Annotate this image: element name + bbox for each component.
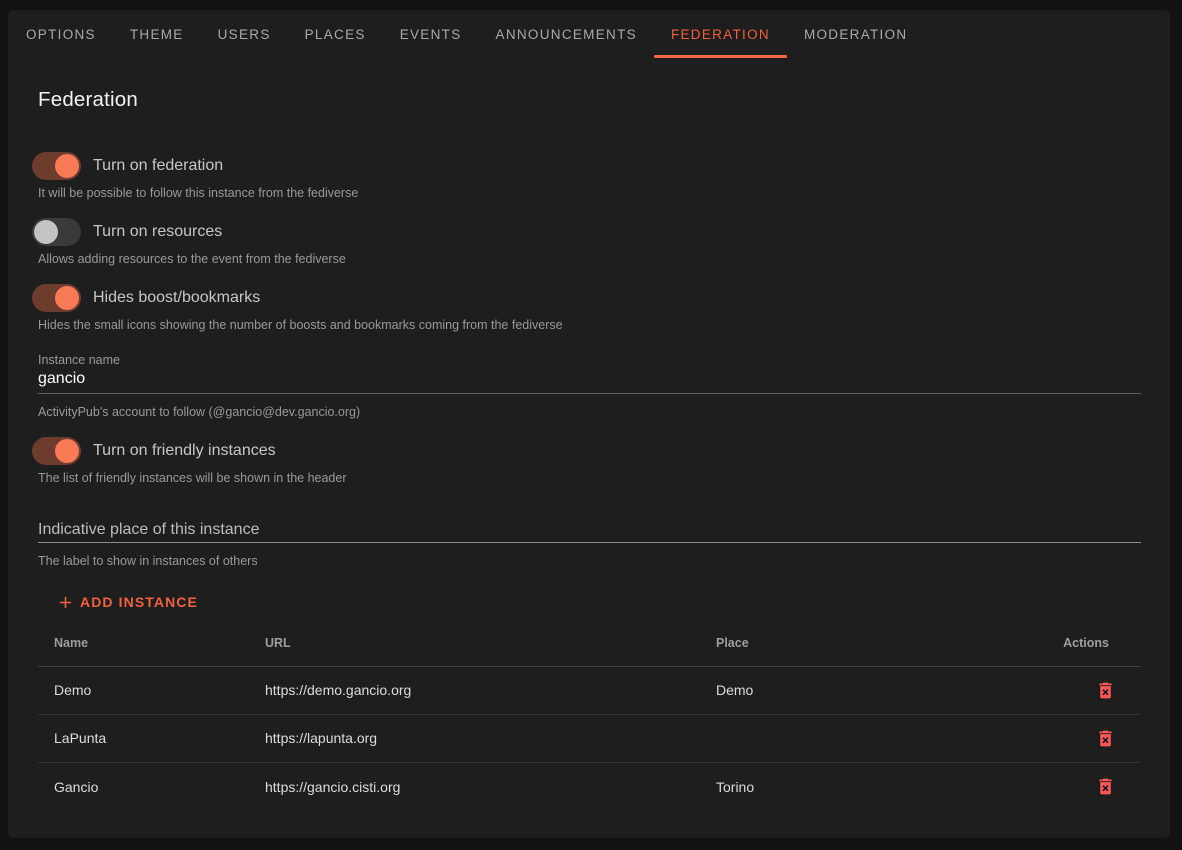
instance-url-cell: https://lapunta.org: [265, 730, 716, 746]
resources-toggle-hint: Allows adding resources to the event fro…: [38, 251, 1141, 267]
instance-name-cell: LaPunta: [38, 730, 265, 746]
instance-name-label: Instance name: [38, 352, 1141, 368]
instances-table: Name URL Place Actions Demo https://demo…: [38, 620, 1141, 811]
federation-toggle-label[interactable]: Turn on federation: [93, 157, 223, 175]
indicative-place-input[interactable]: [38, 519, 1141, 543]
trash-delete-icon: [1095, 776, 1116, 797]
tab-users[interactable]: USERS: [201, 10, 288, 58]
instance-place-cell: Demo: [716, 682, 1038, 698]
instance-actions-cell: [1038, 774, 1141, 800]
column-header-url: URL: [265, 636, 716, 650]
instance-name-cell: Demo: [38, 682, 265, 698]
instance-url-cell: https://demo.gancio.org: [265, 682, 716, 698]
toggle-knob: [55, 154, 79, 178]
delete-instance-button[interactable]: [1092, 677, 1118, 703]
friendly-instances-toggle[interactable]: [32, 437, 81, 465]
instance-name-input[interactable]: [38, 368, 1141, 394]
tab-events[interactable]: EVENTS: [383, 10, 479, 58]
instance-actions-cell: [1038, 725, 1141, 751]
hide-boost-toggle-row: Hides boost/bookmarks: [38, 284, 1141, 312]
admin-tabs: OPTIONS THEME USERS PLACES EVENTS ANNOUN…: [8, 10, 1170, 58]
plus-icon: [56, 593, 80, 612]
instance-name-hint: ActivityPub's account to follow (@gancio…: [38, 404, 1141, 420]
instance-name-cell: Gancio: [38, 779, 265, 795]
instances-table-header: Name URL Place Actions: [38, 620, 1141, 667]
instance-actions-cell: [1038, 677, 1141, 703]
table-row: Demo https://demo.gancio.org Demo: [38, 667, 1141, 715]
hide-boost-toggle-hint: Hides the small icons showing the number…: [38, 317, 1141, 333]
trash-delete-icon: [1095, 680, 1116, 701]
column-header-name: Name: [38, 636, 265, 650]
federation-toggle[interactable]: [32, 152, 81, 180]
column-header-place: Place: [716, 636, 1038, 650]
indicative-place-field-group: The label to show in instances of others: [38, 519, 1141, 569]
table-row: LaPunta https://lapunta.org: [38, 715, 1141, 763]
instance-name-field-group: Instance name ActivityPub's account to f…: [38, 352, 1141, 420]
hide-boost-toggle[interactable]: [32, 284, 81, 312]
federation-toggle-hint: It will be possible to follow this insta…: [38, 185, 1141, 201]
delete-instance-button[interactable]: [1092, 774, 1118, 800]
toggle-knob: [55, 286, 79, 310]
add-instance-button-label: ADD INSTANCE: [80, 594, 198, 610]
friendly-toggle-hint: The list of friendly instances will be s…: [38, 470, 1141, 486]
admin-panel: OPTIONS THEME USERS PLACES EVENTS ANNOUN…: [8, 10, 1170, 838]
toggle-knob: [55, 439, 79, 463]
resources-toggle-label[interactable]: Turn on resources: [93, 223, 222, 241]
friendly-toggle-row: Turn on friendly instances: [38, 437, 1141, 465]
resources-toggle[interactable]: [32, 218, 81, 246]
tab-options[interactable]: OPTIONS: [9, 10, 113, 58]
resources-toggle-row: Turn on resources: [38, 218, 1141, 246]
indicative-place-hint: The label to show in instances of others: [38, 553, 1141, 569]
delete-instance-button[interactable]: [1092, 725, 1118, 751]
add-instance-button[interactable]: ADD INSTANCE: [48, 588, 206, 616]
tab-announcements[interactable]: ANNOUNCEMENTS: [479, 10, 654, 58]
page-title: Federation: [38, 86, 1141, 114]
tab-theme[interactable]: THEME: [113, 10, 201, 58]
hide-boost-toggle-label[interactable]: Hides boost/bookmarks: [93, 289, 260, 307]
instance-url-cell: https://gancio.cisti.org: [265, 779, 716, 795]
table-row: Gancio https://gancio.cisti.org Torino: [38, 763, 1141, 811]
federation-settings-content: Federation Turn on federation It will be…: [8, 86, 1170, 811]
tab-federation[interactable]: FEDERATION: [654, 10, 787, 58]
trash-delete-icon: [1095, 728, 1116, 749]
toggle-knob: [34, 220, 58, 244]
tab-moderation[interactable]: MODERATION: [787, 10, 925, 58]
federation-toggle-row: Turn on federation: [38, 152, 1141, 180]
column-header-actions: Actions: [1038, 636, 1141, 650]
tab-places[interactable]: PLACES: [288, 10, 383, 58]
instance-place-cell: Torino: [716, 779, 1038, 795]
friendly-toggle-label[interactable]: Turn on friendly instances: [93, 442, 276, 460]
